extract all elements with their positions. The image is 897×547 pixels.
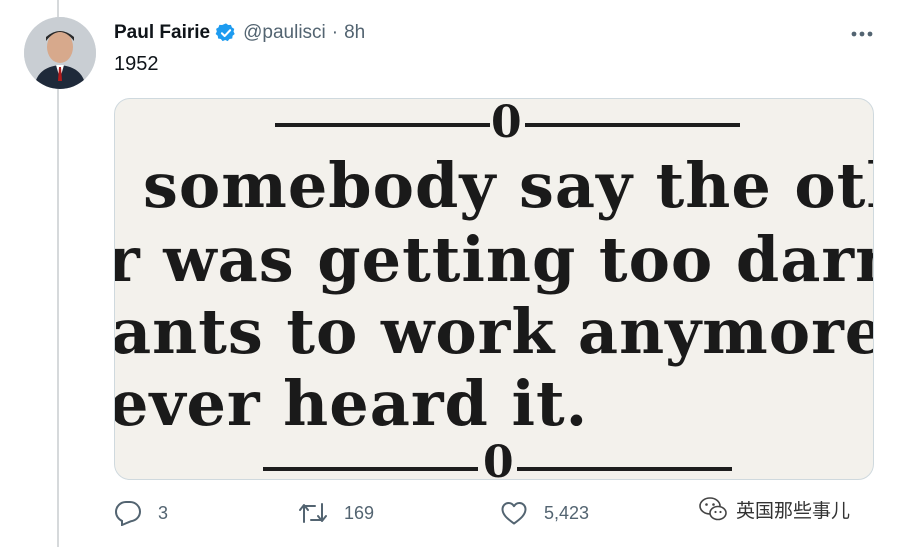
top-rule-mark: 0 <box>491 98 522 148</box>
bottom-rule-right <box>517 467 732 471</box>
clipping-line-1: somebody say the othe <box>143 149 874 222</box>
clipping-line-3: ants to work anymore. <box>114 295 874 368</box>
clipping-line-4: ever heard it. <box>114 367 589 440</box>
retweet-button[interactable]: 169 <box>298 496 374 530</box>
bottom-rule-mark: 0 <box>483 437 514 480</box>
watermark: 英国那些事儿 <box>698 494 850 524</box>
like-button[interactable]: 5,423 <box>500 496 589 530</box>
author-name[interactable]: Paul Fairie <box>114 22 210 44</box>
author-handle[interactable]: @paulisci <box>243 22 326 44</box>
heart-icon <box>501 502 527 525</box>
top-rule-left <box>275 123 490 127</box>
tweet-header: Paul Fairie @paulisci · 8h <box>114 18 877 48</box>
reply-icon <box>114 501 142 526</box>
tweet-text: 1952 <box>114 53 159 75</box>
tweet-media[interactable]: 0 somebody say the othe r was getting to… <box>114 98 874 480</box>
separator-dot: · <box>331 22 339 43</box>
bottom-rule-left <box>263 467 478 471</box>
tweet-time[interactable]: 8h <box>344 22 365 44</box>
verified-badge-icon <box>215 23 235 42</box>
watermark-text: 英国那些事儿 <box>736 500 851 522</box>
newspaper-clipping: 0 somebody say the othe r was getting to… <box>114 98 874 480</box>
more-options-icon[interactable] <box>847 22 877 46</box>
reply-count: 3 <box>158 502 169 523</box>
like-count: 5,423 <box>544 502 590 523</box>
reply-button[interactable]: 3 <box>114 496 168 530</box>
retweet-icon <box>299 503 327 523</box>
retweet-count: 169 <box>344 502 375 523</box>
clipping-line-2: r was getting too darne <box>114 223 874 296</box>
top-rule-right <box>525 123 740 127</box>
avatar[interactable] <box>24 17 96 89</box>
avatar-image <box>24 17 96 89</box>
wechat-icon <box>699 497 727 521</box>
